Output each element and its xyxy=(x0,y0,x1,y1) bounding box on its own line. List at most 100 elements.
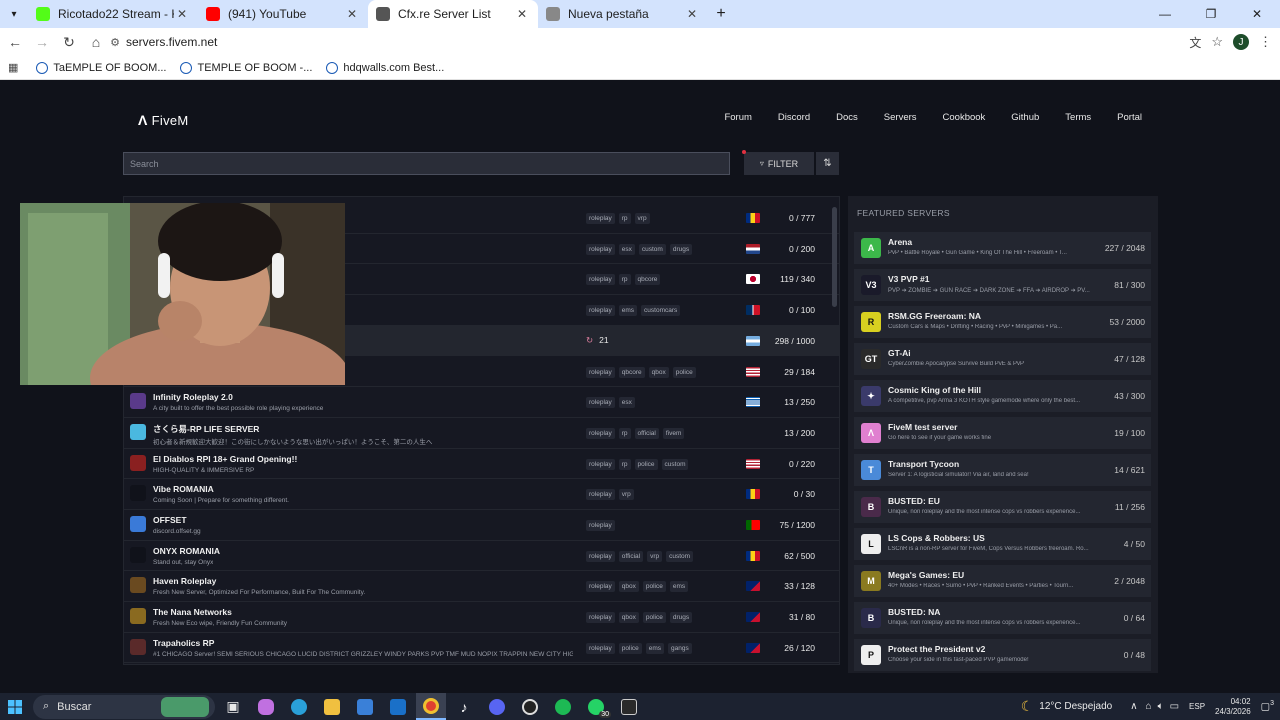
featured-server-card[interactable]: A Arena PvP • Battle Royale • Gun Game • K… xyxy=(854,232,1151,264)
bookmark-item[interactable]: TEMPLE OF BOOM -... xyxy=(180,61,312,74)
server-tag[interactable]: roleplay xyxy=(586,458,615,470)
restore-icon[interactable]: ❐ xyxy=(1188,0,1234,28)
featured-server-card[interactable]: B BUSTED: EU Unique, non roleplay and the … xyxy=(854,491,1151,523)
server-tag[interactable]: custom xyxy=(638,243,666,255)
server-tag[interactable]: custom xyxy=(661,458,689,470)
browser-tab[interactable]: Nueva pestaña ✕ xyxy=(538,0,708,28)
notifications-icon[interactable]: ▢3 xyxy=(1261,700,1274,712)
list-scrollbar[interactable] xyxy=(832,207,837,307)
epic-games-icon[interactable] xyxy=(614,693,644,720)
edge-icon[interactable] xyxy=(284,693,314,720)
server-tag[interactable]: vrp xyxy=(647,550,663,562)
server-tag[interactable]: fivem xyxy=(662,427,685,439)
server-row[interactable]: El Diablos RPI 18+ Grand Opening!! HIGH-Q… xyxy=(124,449,839,480)
server-tag[interactable]: roleplay xyxy=(586,213,615,224)
featured-server-card[interactable]: R RSM.GG Freeroam: NA Custom Cars & Maps •… xyxy=(854,306,1151,338)
server-tag[interactable]: drugs xyxy=(669,243,693,255)
featured-server-card[interactable]: T Transport Tycoon Server 1: A logisticial… xyxy=(854,454,1151,486)
store-icon[interactable] xyxy=(350,693,380,720)
discord-icon[interactable] xyxy=(482,693,512,720)
tab-search-dropdown-icon[interactable]: ▾ xyxy=(0,0,28,28)
whatsapp-icon[interactable]: 30 xyxy=(581,693,611,720)
server-tag[interactable]: police xyxy=(618,642,642,654)
browser-tab[interactable]: (941) YouTube ✕ xyxy=(198,0,368,28)
server-tag[interactable]: qbox xyxy=(618,581,639,593)
server-row[interactable]: Vibe ROMANIA Coming Soon | Prepare for so… xyxy=(124,479,839,510)
server-tag[interactable]: custom xyxy=(666,550,694,562)
outlook-icon[interactable] xyxy=(383,693,413,720)
nav-link-github[interactable]: Github xyxy=(1011,112,1039,123)
clock[interactable]: 04:02 24/3/2026 xyxy=(1215,697,1251,717)
featured-server-card[interactable]: B BUSTED: NA Unique, non roleplay and the … xyxy=(854,602,1151,634)
server-tag[interactable]: qbcore xyxy=(634,274,661,286)
tab-close-icon[interactable]: ✕ xyxy=(514,7,530,21)
file-explorer-icon[interactable] xyxy=(317,693,347,720)
tiktok-icon[interactable]: ♪ xyxy=(449,693,479,720)
server-tag[interactable]: roleplay xyxy=(586,550,615,562)
search-input[interactable]: Search xyxy=(123,152,730,175)
chrome-taskbar-icon[interactable] xyxy=(416,693,446,720)
server-row[interactable]: Trapaholics RP #1 CHICAGO Server! SEMI SE… xyxy=(124,633,839,664)
server-tag[interactable]: qbcore xyxy=(618,366,645,378)
server-tag[interactable]: police xyxy=(672,366,696,378)
browser-tab[interactable]: Cfx.re Server List ✕ xyxy=(368,0,538,28)
tab-close-icon[interactable]: ✕ xyxy=(174,7,190,21)
nav-link-cookbook[interactable]: Cookbook xyxy=(943,112,986,123)
server-tag[interactable]: roleplay xyxy=(586,581,615,593)
language-indicator[interactable]: ESP xyxy=(1189,702,1205,711)
featured-server-card[interactable]: P Protect the President v2 Choose your sid… xyxy=(854,639,1151,671)
server-tag[interactable]: rp xyxy=(618,274,631,286)
show-hidden-icons[interactable]: ∧ xyxy=(1130,701,1137,712)
obs-icon[interactable] xyxy=(515,693,545,720)
server-tag[interactable]: customcars xyxy=(641,305,681,317)
spotify-icon[interactable] xyxy=(548,693,578,720)
featured-server-card[interactable]: V3 V3 PVP #1 PVP ➔ ZOMBIE ➔ GUN RACE ➔ DAR… xyxy=(854,269,1151,301)
server-tag[interactable]: vrp xyxy=(634,213,650,224)
server-tag[interactable]: rp xyxy=(618,427,631,439)
server-tag[interactable]: roleplay xyxy=(586,427,615,439)
menu-kebab-icon[interactable]: ⋮ xyxy=(1259,34,1272,50)
battery-icon[interactable]: ▭ xyxy=(1170,701,1179,712)
server-row[interactable]: Infinity Roleplay 2.0 A city built to off… xyxy=(124,387,839,418)
server-tag[interactable]: official xyxy=(618,550,644,562)
server-tag[interactable]: drugs xyxy=(669,612,693,624)
server-tag[interactable]: roleplay xyxy=(586,489,615,501)
server-tag[interactable]: roleplay xyxy=(586,397,615,409)
server-tag[interactable]: rp xyxy=(618,213,631,224)
windows-start-icon[interactable] xyxy=(0,693,30,720)
filter-button[interactable]: ▿ FILTER xyxy=(742,150,814,175)
featured-server-card[interactable]: Λ FiveM test server Go here to see if your… xyxy=(854,417,1151,449)
server-tag[interactable]: esx xyxy=(618,243,635,255)
bookmark-star-icon[interactable]: ☆ xyxy=(1211,34,1223,50)
nav-link-servers[interactable]: Servers xyxy=(884,112,917,123)
server-tag[interactable]: police xyxy=(642,581,666,593)
site-logo[interactable]: Λ FiveM xyxy=(138,112,189,128)
server-tag[interactable]: rp xyxy=(618,458,631,470)
nav-link-terms[interactable]: Terms xyxy=(1065,112,1091,123)
server-tag[interactable]: ems xyxy=(645,642,665,654)
apps-grid-icon[interactable]: ▦ xyxy=(8,61,18,74)
server-tag[interactable]: official xyxy=(634,427,659,439)
task-view-icon[interactable]: ▣ xyxy=(218,693,248,720)
bookmark-item[interactable]: hdqwalls.com Best... xyxy=(326,61,444,74)
profile-avatar[interactable]: J xyxy=(1233,34,1249,50)
server-tag[interactable]: roleplay xyxy=(586,274,615,286)
weather-text[interactable]: 12°C Despejado xyxy=(1039,701,1112,712)
server-tag[interactable]: esx xyxy=(618,397,635,409)
network-icon[interactable]: ⌂ xyxy=(1146,701,1152,712)
taskbar-search[interactable]: ⌕ Buscar xyxy=(33,694,215,719)
nav-link-docs[interactable]: Docs xyxy=(836,112,858,123)
nav-link-forum[interactable]: Forum xyxy=(724,112,751,123)
browser-tab[interactable]: Ricotado22 Stream - Kick Dashb✕ xyxy=(28,0,198,28)
server-tag[interactable]: roleplay xyxy=(586,642,615,654)
nav-link-discord[interactable]: Discord xyxy=(778,112,810,123)
tab-close-icon[interactable]: ✕ xyxy=(684,7,700,21)
server-tag[interactable]: ems xyxy=(618,305,638,317)
server-tag[interactable]: roleplay xyxy=(586,366,615,378)
back-icon[interactable]: ← xyxy=(3,30,27,54)
server-tag[interactable]: vrp xyxy=(618,489,634,501)
server-tag[interactable]: ems xyxy=(669,581,689,593)
server-row[interactable]: ONYX ROMANIA Stand out, stay Onyx roleplay… xyxy=(124,541,839,572)
address-bar[interactable]: ⚙ servers.fivem.net xyxy=(104,31,1170,53)
nav-link-portal[interactable]: Portal xyxy=(1117,112,1142,123)
